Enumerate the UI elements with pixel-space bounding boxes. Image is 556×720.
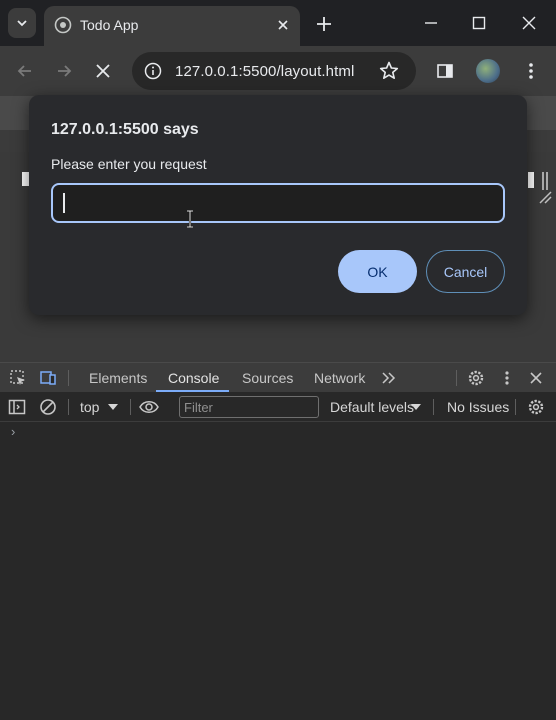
- filter-placeholder: Filter: [184, 400, 213, 415]
- cancel-button[interactable]: Cancel: [426, 250, 505, 293]
- devtools-close-button[interactable]: [526, 368, 546, 388]
- log-levels-dropdown[interactable]: Default levels: [330, 399, 414, 415]
- devtools-panel: Elements Console Sources Network top Fil…: [0, 362, 556, 720]
- close-icon: [530, 372, 542, 384]
- inspect-icon: [10, 370, 25, 385]
- arrow-left-icon: [17, 65, 31, 77]
- devtools-menu-button[interactable]: [497, 368, 517, 388]
- tab-search-button[interactable]: [8, 8, 36, 38]
- maximize-icon: [472, 16, 486, 30]
- caret-down-icon: [411, 404, 421, 410]
- tab-console[interactable]: Console: [168, 370, 219, 386]
- site-info-icon[interactable]: [144, 62, 162, 80]
- more-vert-icon: [505, 371, 509, 385]
- tab-close-button[interactable]: [274, 16, 292, 34]
- issues-counter[interactable]: No Issues: [447, 399, 509, 415]
- minimize-button[interactable]: [420, 12, 442, 34]
- minimize-icon: [425, 22, 437, 24]
- window-close-button[interactable]: [518, 12, 540, 34]
- sidebar-icon: [8, 399, 26, 415]
- back-button[interactable]: [14, 60, 36, 82]
- prompt-dialog: 127.0.0.1:5500 says Please enter you req…: [29, 95, 527, 315]
- browser-toolbar: 127.0.0.1:5500/layout.html: [0, 46, 556, 96]
- side-panel-icon: [437, 64, 453, 78]
- title-bar: Todo App: [0, 0, 556, 46]
- stop-loading-button[interactable]: [92, 60, 114, 82]
- devtools-tab-bar: Elements Console Sources Network: [0, 362, 556, 392]
- tab-sources[interactable]: Sources: [242, 370, 293, 386]
- star-icon[interactable]: [378, 60, 400, 82]
- tab-network[interactable]: Network: [314, 370, 365, 386]
- console-prompt[interactable]: ›: [11, 424, 15, 439]
- forward-button[interactable]: [53, 60, 75, 82]
- address-bar[interactable]: 127.0.0.1:5500/layout.html: [132, 52, 416, 90]
- tab-title: Todo App: [80, 17, 139, 33]
- gear-icon: [528, 399, 544, 415]
- device-icon: [40, 371, 56, 385]
- side-panel-button[interactable]: [434, 60, 456, 82]
- close-icon: [278, 20, 288, 30]
- device-toolbar-button[interactable]: [38, 368, 58, 388]
- caret-down-icon: [108, 404, 118, 410]
- console-filter-bar: top Filter Default levels No Issues: [0, 392, 556, 422]
- arrow-right-icon: [58, 65, 72, 77]
- console-sidebar-button[interactable]: [7, 397, 27, 417]
- resize-handle-icon[interactable]: [538, 190, 552, 204]
- url-text: 127.0.0.1:5500/layout.html: [175, 63, 355, 80]
- close-icon: [96, 64, 110, 78]
- new-tab-icon[interactable]: [314, 14, 334, 34]
- inspect-element-button[interactable]: [8, 368, 28, 388]
- more-vert-icon: [529, 63, 533, 79]
- ibeam-cursor-icon: [187, 210, 193, 228]
- text-caret: [63, 193, 65, 213]
- devtools-settings-button[interactable]: [466, 368, 486, 388]
- gear-icon: [468, 370, 484, 386]
- browser-tab[interactable]: Todo App: [44, 6, 300, 46]
- favicon-icon: [54, 16, 72, 34]
- filter-input[interactable]: Filter: [179, 396, 319, 418]
- more-tabs-button[interactable]: [379, 368, 399, 388]
- dialog-message: Please enter you request: [51, 156, 207, 172]
- browser-menu-button[interactable]: [520, 60, 542, 82]
- eye-icon: [139, 401, 159, 413]
- profile-avatar[interactable]: [476, 59, 500, 83]
- ok-button[interactable]: OK: [338, 250, 417, 293]
- page-element-edge: [528, 172, 534, 188]
- page-element-bars: [542, 172, 548, 190]
- console-settings-button[interactable]: [526, 397, 546, 417]
- clear-console-button[interactable]: [38, 397, 58, 417]
- tab-elements[interactable]: Elements: [89, 370, 147, 386]
- chevron-double-right-icon: [382, 372, 396, 384]
- context-selector[interactable]: top: [80, 399, 99, 415]
- close-icon: [522, 16, 536, 30]
- live-expression-button[interactable]: [139, 397, 159, 417]
- chevron-down-icon: [17, 20, 27, 27]
- prompt-input[interactable]: [51, 183, 505, 223]
- block-icon: [40, 399, 56, 415]
- maximize-button[interactable]: [468, 12, 490, 34]
- dialog-title: 127.0.0.1:5500 says: [51, 121, 199, 138]
